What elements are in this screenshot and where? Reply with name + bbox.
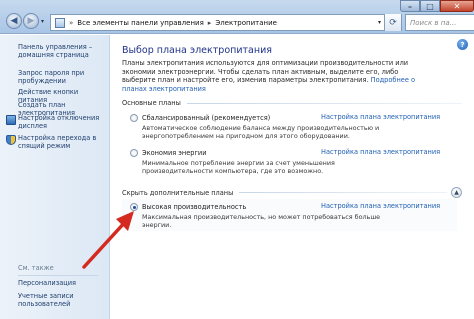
plan-high-performance-name[interactable]: Высокая производительность [142,203,246,211]
title-bar: ◀ ▶ ▾ » Все элементы панели управления ▸… [0,0,474,34]
address-bar[interactable]: » Все элементы панели управления ▸ Элект… [50,14,402,31]
sidebar-item-sleep[interactable]: Настройка перехода в спящий режим [18,134,108,150]
plan-saver-settings-link[interactable]: Настройка плана электропитания [321,148,440,156]
collapse-icon[interactable]: ▲ [451,187,462,198]
breadcrumb-root[interactable]: Все элементы панели управления [77,19,204,27]
sidebar: Панель управления – домашняя страница За… [0,35,110,319]
group-main-plans-label: Основные планы [122,99,181,107]
sidebar-divider [18,275,98,276]
group-hidden-plans: Скрыть дополнительные планы ▲ [122,187,462,198]
close-button[interactable]: ✕ [440,0,474,12]
search-input[interactable]: Поиск в па... [405,14,474,31]
control-panel-icon [55,17,65,28]
breadcrumb-arrow[interactable]: ▸ [208,19,212,27]
plan-balanced-radio[interactable] [130,114,138,122]
plan-saver-radio[interactable] [130,149,138,157]
description-text: Планы электропитания используются для оп… [122,59,409,85]
breadcrumb-separator: » [69,18,74,27]
plan-high-performance-settings-link[interactable]: Настройка плана электропитания [321,202,440,210]
plan-saver-name[interactable]: Экономия энергии [142,149,207,157]
forward-button[interactable]: ▶ [23,13,39,29]
minimize-button[interactable]: – [400,0,420,12]
help-icon[interactable]: ? [457,39,468,50]
maximize-button[interactable]: □ [420,0,440,12]
group-hidden-plans-label[interactable]: Скрыть дополнительные планы [122,189,233,197]
address-dropdown-icon[interactable]: ▾ [378,19,381,26]
plan-high-performance-desc: Максимальная производительность, но може… [142,213,381,230]
red-arrow-icon [82,211,134,269]
recent-pages-dropdown[interactable]: ▾ [41,18,44,25]
arrow-right-icon: ▶ [27,16,35,26]
group-divider [239,192,447,193]
sidebar-item-wake-password[interactable]: Запрос пароля при пробуждении [18,69,108,85]
group-divider [186,102,462,104]
breadcrumb-current[interactable]: Электропитание [215,19,277,27]
sidebar-item-personalization[interactable]: Персонализация [18,279,108,287]
page-title: Выбор плана электропитания [122,45,272,56]
sidebar-item-user-accounts[interactable]: Учетные записи пользователей [18,292,108,308]
see-also-heading: См. также [18,264,54,272]
back-button[interactable]: ◀ [6,13,22,29]
group-main-plans: Основные планы [122,99,462,107]
sidebar-item-display-off[interactable]: Настройка отключения дисплея [18,114,108,130]
plan-saver-desc: Минимальное потребление энергии за счет … [142,159,335,176]
plan-balanced-desc: Автоматическое соблюдение баланса между … [142,124,380,141]
sidebar-item-home[interactable]: Панель управления – домашняя страница [18,43,108,59]
monitor-icon [6,115,16,125]
plan-balanced-settings-link[interactable]: Настройка плана электропитания [321,113,440,121]
shield-icon [6,135,16,145]
page-description: Планы электропитания используются для оп… [122,59,422,93]
search-placeholder: Поиск в па... [410,18,457,27]
refresh-icon[interactable]: ⟳ [384,14,401,31]
main-content: ? Выбор плана электропитания Планы элект… [111,35,474,319]
arrow-left-icon: ◀ [10,16,18,26]
plan-balanced-name[interactable]: Сбалансированный (рекомендуется) [142,114,270,122]
